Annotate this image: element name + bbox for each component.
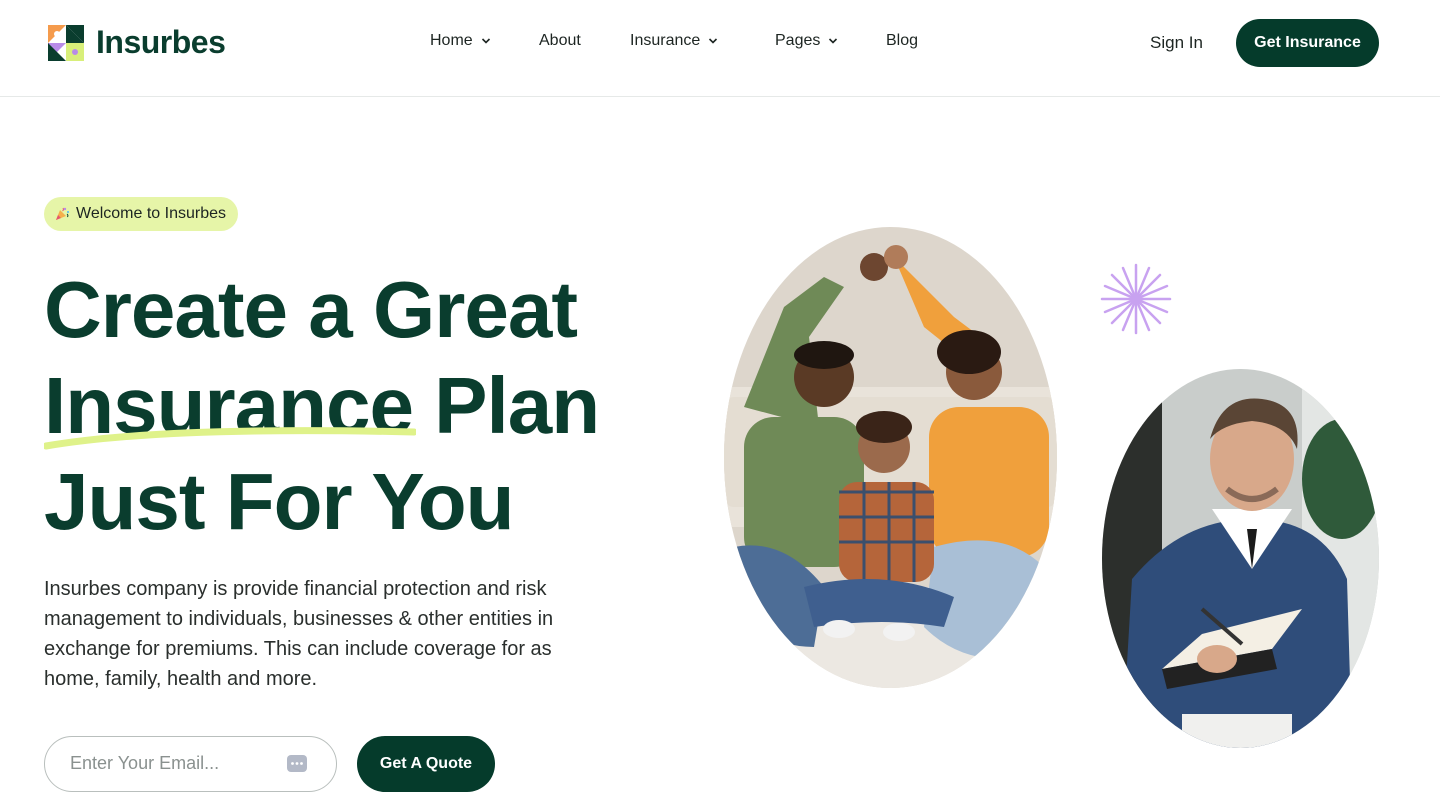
nav-item-label: Insurance xyxy=(630,32,701,49)
highlight-underline xyxy=(44,427,416,450)
logo-icon xyxy=(48,24,84,61)
get-insurance-button[interactable]: Get Insurance xyxy=(1236,19,1379,67)
headline-line-2-rest: Plan xyxy=(412,361,600,450)
nav-item-insurance[interactable]: Insurance xyxy=(630,32,718,50)
nav-item-blog[interactable]: Blog xyxy=(886,32,918,50)
nav-item-about[interactable]: About xyxy=(539,32,581,50)
nav-item-label: Pages xyxy=(775,32,821,49)
agent-illustration xyxy=(1102,369,1379,748)
chevron-down-icon xyxy=(709,38,718,44)
headline-line-1: Create a Great xyxy=(44,265,578,354)
nav-item-label: Blog xyxy=(886,32,919,49)
email-input[interactable] xyxy=(70,753,270,774)
headline-line-3: Just For You xyxy=(44,457,515,546)
family-illustration xyxy=(724,227,1057,688)
chevron-down-icon xyxy=(481,38,490,44)
hero-description: Insurbes company is provide financial pr… xyxy=(44,578,554,690)
nav-item-label: About xyxy=(539,32,581,49)
get-quote-button[interactable]: Get A Quote xyxy=(357,736,495,792)
nav-item-pages[interactable]: Pages xyxy=(775,32,838,50)
email-field[interactable] xyxy=(44,736,337,792)
logo[interactable]: Insurbes xyxy=(48,24,226,61)
sign-in-link[interactable]: Sign In xyxy=(1150,33,1203,53)
sparkle-burst-icon xyxy=(1100,263,1172,335)
nav-item-label: Home xyxy=(430,32,473,49)
agent-photo xyxy=(1102,369,1379,748)
site-header: Insurbes Home About Insurance Pages Blog… xyxy=(0,0,1440,97)
welcome-badge: Welcome to Insurbes xyxy=(44,197,238,231)
chat-dots-icon[interactable] xyxy=(286,754,308,774)
brand-name: Insurbes xyxy=(96,24,226,60)
chevron-down-icon xyxy=(829,38,838,44)
badge-text: Welcome to Insurbes xyxy=(76,205,226,222)
party-popper-icon xyxy=(56,207,69,220)
nav-item-home[interactable]: Home xyxy=(430,32,491,50)
family-photo xyxy=(724,227,1057,688)
hero-headline: Create a Great Insurance Plan Just For Y… xyxy=(44,262,684,550)
